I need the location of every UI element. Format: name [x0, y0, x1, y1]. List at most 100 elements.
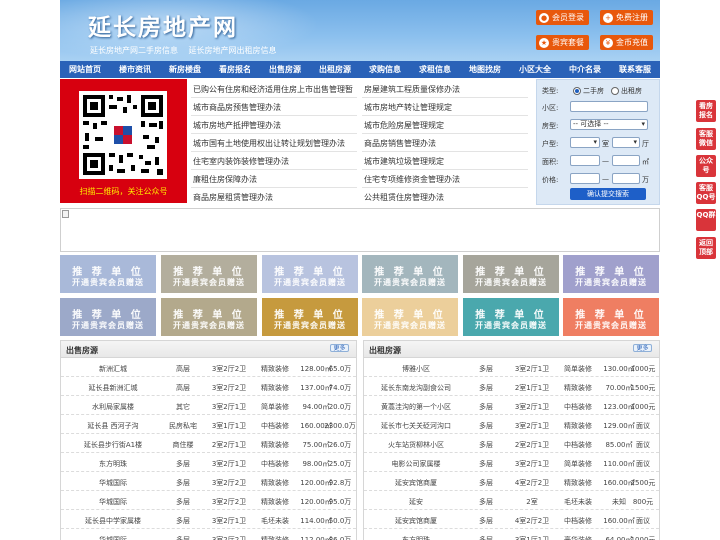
nav-item-wanted-rent[interactable]: 求租信息 [419, 64, 451, 75]
listing-community[interactable]: 华城国际 [63, 478, 163, 488]
recommend-tile[interactable]: 推 荐 单 位开通贵宾会员赠送 [362, 298, 458, 336]
listing-community[interactable]: 华城国际 [63, 535, 163, 540]
area-min-input[interactable] [570, 155, 600, 166]
side-qq-group-button[interactable]: QQ群 [696, 209, 716, 231]
header-link-rent[interactable]: 延长房地产网出租房信息 [189, 46, 277, 55]
price-min-input[interactable] [570, 173, 600, 184]
listing-row[interactable]: 延长县新洲汇城 高层 3室2厅2卫 精致装修 137.00㎡ 74.0万 [61, 378, 356, 396]
listing-community[interactable]: 延安宾馆商厦 [366, 478, 466, 488]
nav-item-viewing-signup[interactable]: 看房报名 [219, 64, 251, 75]
side-viewing-signup-button[interactable]: 看房报名 [696, 100, 716, 122]
notice-link[interactable]: 商品房销售管理办法 [364, 138, 436, 149]
listing-community[interactable]: 博雅小区 [366, 364, 466, 374]
recommend-tile[interactable]: 推 荐 单 位开通贵宾会员赠送 [262, 298, 358, 336]
vip-package-button[interactable]: ★ 贵宾套餐 [536, 35, 589, 50]
recommend-tile[interactable]: 推 荐 单 位开通贵宾会员赠送 [463, 255, 559, 293]
notice-link[interactable]: 城市国有土地使用权出让转让规划管理办法 [193, 138, 345, 149]
area-max-input[interactable] [612, 155, 640, 166]
banner-image[interactable] [60, 208, 660, 252]
listing-row[interactable]: 东方明珠 多层 3室2厅1卫 中档装修 98.00㎡ 25.0万 [61, 454, 356, 472]
notice-link[interactable]: 城市房地产转让管理规定 [364, 102, 452, 113]
more-button[interactable]: 更多 [633, 344, 652, 352]
header-link-sale[interactable]: 延长房地产网二手房信息 [90, 46, 178, 55]
listing-community[interactable]: 东方明珠 [63, 459, 163, 469]
notice-link[interactable]: 廉租住房保障办法 [193, 174, 257, 185]
nav-item-news[interactable]: 楼市资讯 [119, 64, 151, 75]
recommend-tile[interactable]: 推 荐 单 位开通贵宾会员赠送 [463, 298, 559, 336]
notice-link[interactable]: 城市危险房屋管理规定 [364, 120, 444, 131]
room-select[interactable]: ▾ [570, 137, 600, 148]
listing-community[interactable]: 延长县 西河子沟 [63, 421, 163, 431]
recommend-tile[interactable]: 推 荐 单 位开通贵宾会员赠送 [161, 298, 257, 336]
listing-community[interactable]: 延长县步行街A1楼 [63, 440, 163, 450]
listing-row[interactable]: 华城国际 多层 3室2厅2卫 精致装修 120.00㎡ 92.8万 [61, 473, 356, 491]
listing-community[interactable]: 延长县新洲汇城 [63, 383, 163, 393]
listing-row[interactable]: 电影公司家属楼 多层 3室2厅1卫 简单装修 110.00㎡ 面议 [364, 454, 659, 472]
nav-item-contact[interactable]: 联系客服 [619, 64, 651, 75]
listing-community[interactable]: 华城国际 [63, 497, 163, 507]
more-button[interactable]: 更多 [330, 344, 349, 352]
notice-link[interactable]: 房屋建筑工程质量保修办法 [364, 84, 460, 95]
notice-link[interactable]: 城市商品房预售管理办法 [193, 102, 281, 113]
recommend-tile[interactable]: 推 荐 单 位开通贵宾会员赠送 [563, 298, 659, 336]
listing-row[interactable]: 延长市七关关砭河沟口 多层 3室2厅1卫 精致装修 129.00㎡ 面议 [364, 416, 659, 434]
nav-item-home[interactable]: 网站首页 [69, 64, 101, 75]
hall-select[interactable]: ▾ [612, 137, 640, 148]
listing-row[interactable]: 延长东南龙沟副食公司 多层 2室1厅1卫 精致装修 70.00㎡ 1500元 [364, 378, 659, 396]
listing-row[interactable]: 延安 多层 2室 毛坯未装 未知 800元 [364, 492, 659, 510]
recommend-tile[interactable]: 推 荐 单 位开通贵宾会员赠送 [262, 255, 358, 293]
nav-item-communities[interactable]: 小区大全 [519, 64, 551, 75]
listing-row[interactable]: 延长县步行街A1楼 商住楼 2室2厅1卫 精致装修 75.00㎡ 26.0万 [61, 435, 356, 453]
coin-recharge-button[interactable]: ¥ 金币充值 [600, 35, 653, 50]
listing-row[interactable]: 东方明珠 多层 3室1厅1卫 豪华装修 64.00㎡ 1000元 [364, 530, 659, 540]
nav-item-new-homes[interactable]: 新房楼盘 [169, 64, 201, 75]
housetype-select[interactable]: -- 可选择 -- ▾ [570, 119, 648, 130]
listing-community[interactable]: 延安宾馆商厦 [366, 516, 466, 526]
listing-row[interactable]: 华城国际 多层 3室2厅2卫 精致装修 112.00㎡ 86.0万 [61, 530, 356, 540]
listing-community[interactable]: 黄蒿洼沟的第一个小区 [366, 402, 466, 412]
listing-community[interactable]: 火车站货柳林小区 [366, 440, 466, 450]
listing-community[interactable]: 水利局家属楼 [63, 402, 163, 412]
login-button[interactable]: ● 会员登录 [536, 10, 589, 25]
listing-community[interactable]: 延长市七关关砭河沟口 [366, 421, 466, 431]
side-official-account-button[interactable]: 公众号 [696, 155, 716, 177]
listing-community[interactable]: 电影公司家属楼 [366, 459, 466, 469]
notice-link[interactable]: 城市房地产抵押管理办法 [193, 120, 281, 131]
listing-row[interactable]: 延安宾馆商厦 多层 4室2厅2卫 中档装修 160.00㎡ 面议 [364, 511, 659, 529]
nav-item-agents[interactable]: 中介名录 [569, 64, 601, 75]
recommend-tile[interactable]: 推 荐 单 位开通贵宾会员赠送 [362, 255, 458, 293]
notice-link[interactable]: 已购公有住房和经济适用住房上市出售管理暂 [193, 84, 353, 95]
notice-link[interactable]: 商品房屋租赁管理办法 [193, 192, 273, 203]
notice-link[interactable]: 住宅专项维修资金管理办法 [364, 174, 460, 185]
nav-item-rent[interactable]: 出租房源 [319, 64, 351, 75]
nav-item-wanted-buy[interactable]: 求购信息 [369, 64, 401, 75]
recommend-tile[interactable]: 推 荐 单 位开通贵宾会员赠送 [161, 255, 257, 293]
listing-row[interactable]: 华城国际 多层 3室2厅2卫 精致装修 120.00㎡ 95.0万 [61, 492, 356, 510]
listing-community[interactable]: 新洲汇城 [63, 364, 163, 374]
type-radio-sale[interactable] [573, 87, 581, 95]
recommend-tile[interactable]: 推 荐 单 位开通贵宾会员赠送 [563, 255, 659, 293]
listing-row[interactable]: 黄蒿洼沟的第一个小区 多层 3室2厅1卫 中档装修 123.00㎡ 1000元 [364, 397, 659, 415]
notice-link[interactable]: 公共租赁住房管理办法 [364, 192, 444, 203]
listing-community[interactable]: 延长县中学家属楼 [63, 516, 163, 526]
community-input[interactable] [570, 101, 648, 112]
notice-link[interactable]: 城市建筑垃圾管理规定 [364, 156, 444, 167]
nav-item-map[interactable]: 地图找房 [469, 64, 501, 75]
listing-row[interactable]: 延安宾馆商厦 多层 4室2厅2卫 精致装修 160.00㎡ 2500元 [364, 473, 659, 491]
search-submit-button[interactable]: 确认提交搜索 [570, 188, 646, 200]
listing-community[interactable]: 延安 [366, 497, 466, 507]
price-max-input[interactable] [612, 173, 640, 184]
listing-community[interactable]: 东方明珠 [366, 535, 466, 540]
side-qq-service-button[interactable]: 客服QQ号 [696, 182, 716, 204]
listing-row[interactable]: 火车站货柳林小区 多层 2室2厅1卫 中档装修 85.00㎡ 面议 [364, 435, 659, 453]
recommend-tile[interactable]: 推 荐 单 位开通贵宾会员赠送 [60, 298, 156, 336]
listing-row[interactable]: 新洲汇城 高层 3室2厅2卫 精致装修 128.00㎡ 65.0万 [61, 359, 356, 377]
site-logo[interactable]: 延长房地产网 [88, 8, 238, 42]
side-wechat-button[interactable]: 客服微信 [696, 128, 716, 150]
type-radio-rent[interactable] [611, 87, 619, 95]
listing-row[interactable]: 水利局家属楼 其它 3室2厅1卫 简单装修 94.00㎡ 20.0万 [61, 397, 356, 415]
listing-community[interactable]: 延长东南龙沟副食公司 [366, 383, 466, 393]
register-button[interactable]: + 免费注册 [600, 10, 653, 25]
listing-row[interactable]: 延长县中学家属楼 多层 3室2厅1卫 毛坯未装 114.00㎡ 50.0万 [61, 511, 356, 529]
side-back-to-top-button[interactable]: 返回顶部 [696, 237, 716, 259]
